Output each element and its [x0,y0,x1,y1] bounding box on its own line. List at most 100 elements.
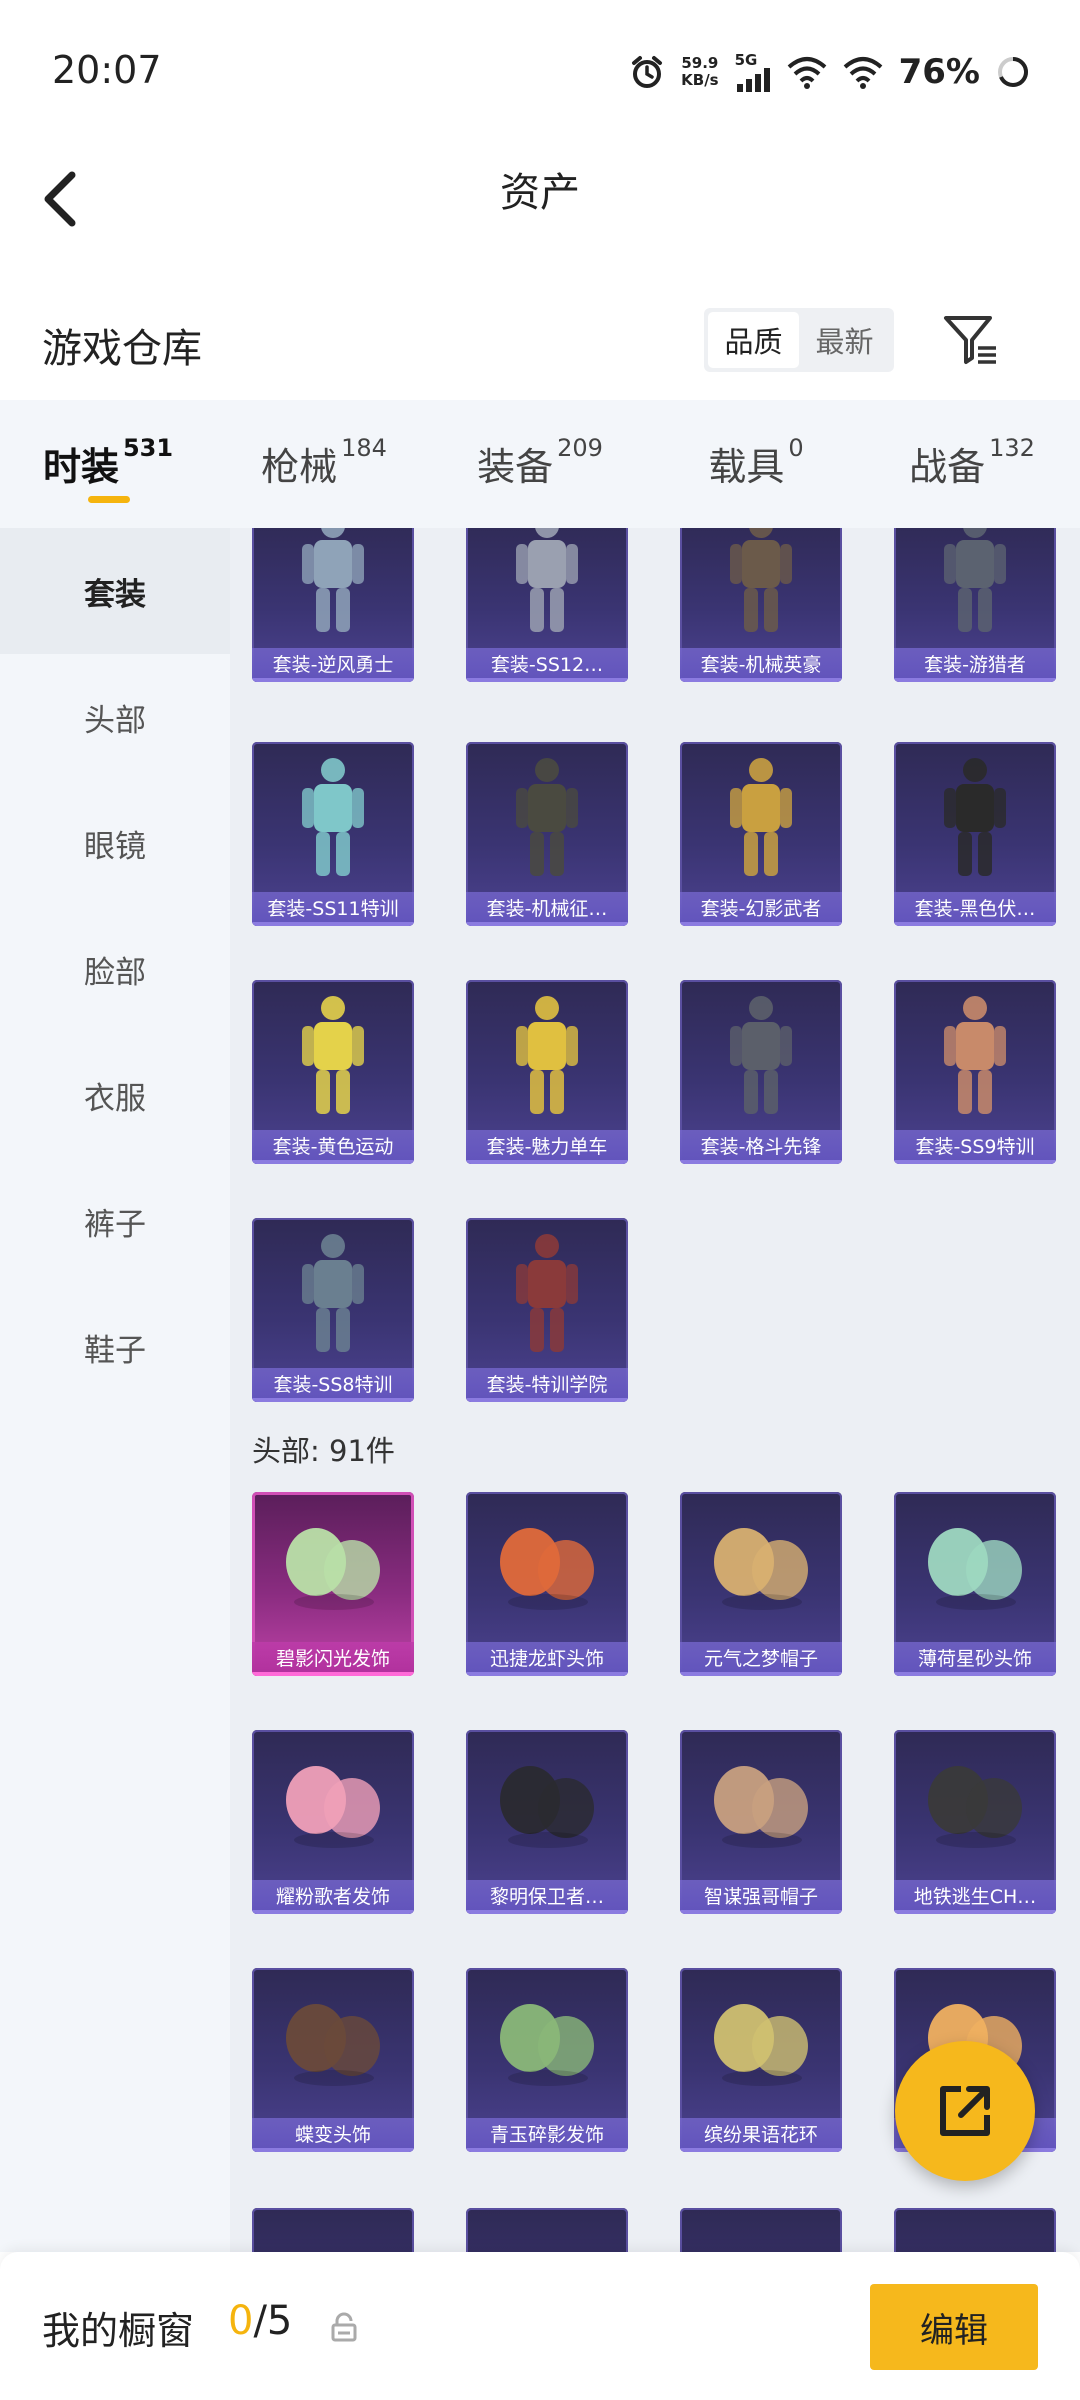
alarm-icon [632,56,663,88]
tab-count: 531 [122,434,174,462]
suit-card[interactable]: 套装-游猎者 [894,528,1056,682]
item-name: 套装-机械征… [466,892,628,926]
suit-card[interactable]: 套装-特训学院 [466,1218,628,1402]
rarity-stripe [252,678,414,682]
suit-card[interactable]: 套装-格斗先锋 [680,980,842,1164]
head-item-card[interactable]: 智谋强哥帽子 [680,1730,842,1914]
lock-icon [331,2312,357,2342]
rarity-stripe [680,1910,842,1914]
head-item-image [894,1492,1056,1646]
suit-image [466,528,628,652]
sidebar: 套装 头部 眼镜 脸部 衣服 裤子 鞋子 [0,528,230,2252]
rarity-stripe [680,1672,842,1676]
item-name: 套装-黑色伏… [894,892,1056,926]
rarity-stripe [680,922,842,926]
head-item-card[interactable] [466,2208,628,2252]
tab-equipment[interactable]: 装备 209 [432,400,648,528]
head-item-card[interactable] [252,2208,414,2252]
sidebar-item-face[interactable]: 脸部 [0,906,230,1032]
head-item-card[interactable]: 黎明保卫者… [466,1730,628,1914]
signal-label: 5G [734,50,758,69]
battery-ring-icon [998,57,1028,87]
rarity-stripe [466,1160,628,1164]
head-item-image [894,1730,1056,1884]
item-name: 套装-SS8特训 [252,1368,414,1402]
head-item-card[interactable]: 地铁逃生CH… [894,1730,1056,1914]
sidebar-item-glasses[interactable]: 眼镜 [0,780,230,906]
sort-option-newest[interactable]: 最新 [799,312,890,368]
head-item-card[interactable]: 元气之梦帽子 [680,1492,842,1676]
head-item-image [680,1492,842,1646]
wifi-icon [787,57,826,89]
suit-card[interactable]: 套装-魅力单车 [466,980,628,1164]
showcase-count: 0/5 [228,2298,292,2344]
wifi-icon-2 [843,57,882,89]
head-item-image [680,1730,842,1884]
showcase-current: 0 [228,2298,254,2344]
suit-card[interactable]: 套装-SS11特训 [252,742,414,926]
page-title: 资产 [500,170,580,216]
sidebar-item-suits[interactable]: 套装 [0,528,230,654]
suit-card[interactable]: 套装-幻影武者 [680,742,842,926]
item-name: 黎明保卫者… [466,1880,628,1914]
battery-percent: 76% [898,52,980,92]
rarity-stripe [894,1160,1056,1164]
sort-option-quality[interactable]: 品质 [708,312,799,368]
sidebar-item-shoes[interactable]: 鞋子 [0,1284,230,1410]
suit-card[interactable]: 套装-逆风勇士 [252,528,414,682]
rarity-stripe [252,1672,414,1676]
head-item-card[interactable]: 迅捷龙虾头饰 [466,1492,628,1676]
sidebar-item-head[interactable]: 头部 [0,654,230,780]
item-name: 套装-机械英豪 [680,648,842,682]
tab-vehicles[interactable]: 载具 0 [648,400,864,528]
head-item-card[interactable]: 青玉碎影发饰 [466,1968,628,2152]
net-speed-unit: KB/s [681,71,719,89]
filter-button[interactable] [940,310,1000,370]
suit-card[interactable]: 套装-机械征… [466,742,628,926]
showcase-label: 我的橱窗 [42,2309,195,2353]
item-name: 套装-幻影武者 [680,892,842,926]
suit-image [252,742,414,896]
suit-card[interactable]: 套装-黑色伏… [894,742,1056,926]
item-name: 套装-SS9特训 [894,1130,1056,1164]
rarity-stripe [680,678,842,682]
share-external-icon [940,2086,990,2136]
item-name: 套装-SS12… [466,648,628,682]
sidebar-item-pants[interactable]: 裤子 [0,1158,230,1284]
showcase-total: /5 [253,2298,293,2344]
tab-guns[interactable]: 枪械 184 [216,400,432,528]
edit-button[interactable]: 编辑 [870,2284,1038,2370]
sort-toggle: 品质 最新 [704,308,894,372]
net-speed: 59.9 KB/s [681,55,718,89]
head-item-card[interactable]: 蝶变头饰 [252,1968,414,2152]
rarity-stripe [894,1910,1056,1914]
suit-card[interactable]: 套装-SS9特训 [894,980,1056,1164]
head-item-card[interactable] [680,2208,842,2252]
item-name: 套装-SS11特训 [252,892,414,926]
head-item-card[interactable]: 薄荷星砂头饰 [894,1492,1056,1676]
rarity-stripe [466,1910,628,1914]
suit-image [894,528,1056,652]
head-item-card[interactable] [894,2208,1056,2252]
tab-battle-gear[interactable]: 战备 132 [864,400,1080,528]
suit-image [680,980,842,1134]
suit-card[interactable]: 套装-SS12… [466,528,628,682]
head-item-card[interactable]: 缤纷果语花环 [680,1968,842,2152]
item-name: 套装-逆风勇士 [252,648,414,682]
share-fab[interactable] [895,2041,1035,2181]
suit-card[interactable]: 套装-黄色运动 [252,980,414,1164]
item-name: 智谋强哥帽子 [680,1880,842,1914]
sidebar-item-clothes[interactable]: 衣服 [0,1032,230,1158]
item-name: 迅捷龙虾头饰 [466,1642,628,1676]
suit-image [252,1218,414,1372]
suit-image [894,742,1056,896]
head-item-card[interactable]: 碧影闪光发饰 [252,1492,414,1676]
item-name: 地铁逃生CH… [894,1880,1056,1914]
tab-fashion[interactable]: 时装 531 [0,400,216,528]
item-name: 套装-魅力单车 [466,1130,628,1164]
active-tab-indicator [88,496,130,503]
suit-card[interactable]: 套装-机械英豪 [680,528,842,682]
head-item-card[interactable]: 耀粉歌者发饰 [252,1730,414,1914]
suit-card[interactable]: 套装-SS8特训 [252,1218,414,1402]
item-name: 薄荷星砂头饰 [894,1642,1056,1676]
